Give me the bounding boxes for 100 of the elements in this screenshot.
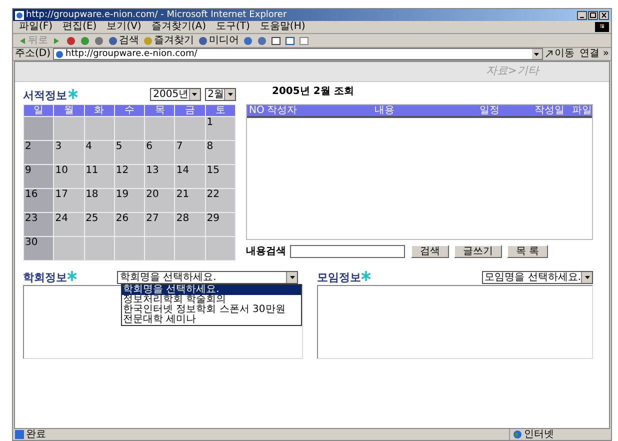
calendar-day[interactable] <box>54 237 84 260</box>
windows-logo-icon <box>595 22 609 32</box>
weekday-header: 일 <box>24 105 54 116</box>
calendar-day[interactable]: 13 <box>145 165 174 188</box>
calendar-day[interactable]: 28 <box>175 213 205 236</box>
meeting-select[interactable]: 모임명을 선택하세요. <box>482 271 593 284</box>
calendar-day[interactable]: 17 <box>54 189 84 212</box>
go-arrow-icon <box>544 50 553 58</box>
calendar-day[interactable]: 2 <box>24 141 54 164</box>
minimize-icon[interactable] <box>577 10 587 20</box>
column-header: 파일 <box>572 105 592 116</box>
dropdown-option[interactable]: 한국인터넷 정보학회 스폰서 30만원 <box>122 305 301 315</box>
toolbar-button[interactable]: 미디어 <box>209 34 239 46</box>
menu-item[interactable]: 편집(E) <box>62 21 97 33</box>
breadcrumb: 자료>기타 <box>486 63 539 80</box>
calendar-day[interactable]: 20 <box>145 189 174 212</box>
dropdown-option[interactable]: 정보처리학회 학술회의 <box>122 295 301 305</box>
browser-logo-icon <box>15 10 24 20</box>
window-title: http://groupware.e-nion.com/ - Microsoft Internet Explorer <box>26 10 287 20</box>
calendar-day[interactable]: 3 <box>54 141 84 164</box>
calendar-day[interactable]: 23 <box>24 213 54 236</box>
calendar-day[interactable]: 24 <box>54 213 84 236</box>
section-title: 학회정보 <box>23 271 67 284</box>
dropdown-arrow-icon <box>191 91 198 98</box>
calendar-day[interactable]: 4 <box>84 141 114 164</box>
calendar-day[interactable]: 30 <box>24 237 54 260</box>
column-header: NO <box>248 105 266 116</box>
page-icon <box>54 50 64 58</box>
form-button[interactable]: 검색 <box>411 245 449 258</box>
column-header: 작성일 <box>534 105 566 116</box>
calendar-day[interactable]: 21 <box>175 189 205 212</box>
globe-icon <box>513 430 522 439</box>
calendar-day[interactable]: 15 <box>206 165 235 188</box>
calendar-day[interactable]: 6 <box>145 141 174 164</box>
calendar-day[interactable]: 5 <box>114 141 144 164</box>
calendar-day[interactable]: 8 <box>206 141 235 164</box>
calendar-day[interactable]: 26 <box>114 213 144 236</box>
month-select[interactable]: 2월 <box>204 88 236 101</box>
calendar-day[interactable] <box>175 237 205 260</box>
address-field[interactable]: http://groupware.e-nion.com/ <box>52 48 543 60</box>
maximize-icon[interactable] <box>588 10 598 20</box>
calendar-day[interactable] <box>145 117 174 140</box>
column-header: 내용 <box>374 105 396 116</box>
year-select[interactable]: 2005년 <box>150 88 201 101</box>
calendar-day[interactable]: 16 <box>24 189 54 212</box>
calendar-day[interactable]: 18 <box>84 189 114 212</box>
calendar-day[interactable]: 22 <box>206 189 235 212</box>
column-header: 일정 <box>478 105 500 116</box>
search-label: 내용검색 <box>246 246 286 258</box>
society-select[interactable]: 학회명을 선택하세요. <box>117 271 298 284</box>
calendar-day[interactable] <box>84 117 114 140</box>
links-button[interactable]: 연결 » <box>580 48 609 60</box>
weekday-header: 월 <box>54 105 84 116</box>
menu-item[interactable]: 보기(V) <box>106 21 142 33</box>
calendar-day[interactable] <box>206 237 235 260</box>
section-title: 모임정보 <box>317 271 361 284</box>
menu-item[interactable]: 즐겨찾기(A) <box>151 21 206 33</box>
toolbar-button[interactable]: 즐겨찾기 <box>154 34 194 46</box>
calendar-day[interactable]: 27 <box>145 213 174 236</box>
asterisk-icon <box>68 89 78 99</box>
dropdown-option[interactable]: 전문대학 세미나 <box>122 315 301 325</box>
calendar-day[interactable] <box>145 237 174 260</box>
calendar-day[interactable] <box>175 117 205 140</box>
weekday-header: 수 <box>114 105 144 116</box>
dropdown-option[interactable]: 학회명을 선택하세요. <box>122 285 301 295</box>
calendar-day[interactable] <box>84 237 114 260</box>
menu-item[interactable]: 파일(F) <box>19 21 53 33</box>
calendar-day[interactable]: 9 <box>24 165 54 188</box>
toolbar-button[interactable]: 검색 <box>119 34 139 46</box>
calendar-day[interactable] <box>24 117 54 140</box>
calendar-day[interactable]: 7 <box>175 141 205 164</box>
weekday-header: 목 <box>145 105 174 116</box>
calendar-day[interactable] <box>114 117 144 140</box>
calendar-day[interactable]: 29 <box>206 213 235 236</box>
calendar-day[interactable]: 12 <box>114 165 144 188</box>
calendar-day[interactable] <box>114 237 144 260</box>
go-button[interactable]: 이동 <box>554 48 578 60</box>
dropdown-arrow-icon <box>226 91 234 98</box>
form-button[interactable]: 글쓰기 <box>454 245 502 258</box>
section-title: 서적정보 <box>23 89 67 102</box>
column-header: 작성자 <box>267 105 298 116</box>
close-icon[interactable] <box>599 10 609 20</box>
search-field[interactable] <box>290 245 405 258</box>
dropdown-arrow-icon <box>288 274 296 281</box>
calendar-day[interactable]: 11 <box>84 165 114 188</box>
menu-item[interactable]: 도움말(H) <box>260 21 306 33</box>
calendar-day[interactable]: 25 <box>84 213 114 236</box>
form-button[interactable]: 목 록 <box>507 245 548 258</box>
weekday-header: 금 <box>175 105 205 116</box>
weekday-header: 화 <box>84 105 114 116</box>
calendar-day[interactable] <box>54 117 84 140</box>
address-label: 주소(D) <box>15 48 51 60</box>
calendar-day[interactable]: 10 <box>54 165 84 188</box>
calendar-day[interactable]: 19 <box>114 189 144 212</box>
zone-text: 인터넷 <box>524 429 554 440</box>
asterisk-icon <box>67 271 77 281</box>
calendar-day[interactable]: 14 <box>175 165 205 188</box>
menu-item[interactable]: 도구(T) <box>216 21 250 33</box>
page-icon <box>15 430 24 439</box>
calendar-day[interactable]: 1 <box>206 117 235 140</box>
